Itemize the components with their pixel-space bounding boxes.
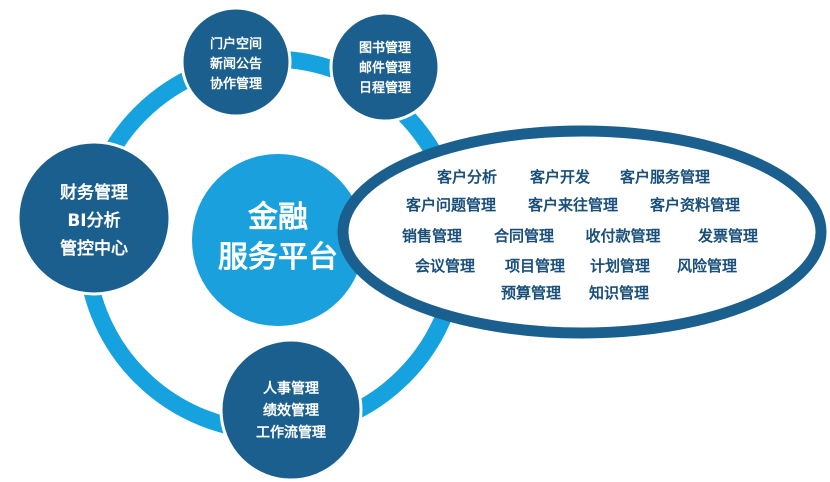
satellite-finance-line-3: 管控中心 [60, 238, 128, 259]
center-title-line-1: 金融 [247, 200, 308, 235]
satellite-portal-line-2: 新闻公告 [210, 56, 262, 72]
satellite-finance-line-1: 财务管理 [59, 182, 128, 203]
satellite-library-line-2: 邮件管理 [359, 60, 411, 76]
module-sales: 销售管理 [402, 227, 462, 245]
module-row-1: 客户分析 客户开发 客户服务管理 [436, 168, 710, 186]
center-title-line-2: 服务平台 [218, 240, 338, 275]
satellite-hr-line-2: 绩效管理 [263, 402, 319, 419]
module-contracts: 合同管理 [493, 227, 554, 245]
platform-diagram: 金融 服务平台 客户分析 客户开发 客户服务管理 客户问题管理 客户来往管理 客… [16, 6, 827, 482]
satellite-finance-line-2: BI分析 [67, 210, 120, 231]
satellite-portal-line-3: 协作管理 [210, 76, 262, 92]
module-customer-issues: 客户问题管理 [405, 196, 496, 214]
module-risks: 风险管理 [677, 257, 737, 275]
module-customer-service: 客户服务管理 [619, 168, 710, 186]
module-payments: 收付款管理 [585, 227, 660, 245]
module-knowledge: 知识管理 [589, 284, 649, 302]
satellite-portal: 门户空间 新闻公告 协作管理 [180, 6, 292, 118]
satellite-library: 图书管理 邮件管理 日程管理 [329, 11, 441, 123]
module-customer-analysis: 客户分析 [436, 168, 497, 186]
satellite-hr: 人事管理 绩效管理 工作流管理 [219, 338, 363, 482]
satellite-portal-line-1: 门户空间 [210, 36, 262, 52]
module-invoices: 发票管理 [697, 227, 758, 245]
satellite-hr-line-1: 人事管理 [263, 380, 319, 397]
module-row-2: 客户问题管理 客户来往管理 客户资料管理 [405, 196, 740, 214]
satellite-hr-line-3: 工作流管理 [256, 424, 326, 441]
module-budget: 预算管理 [501, 284, 561, 302]
satellite-library-line-1: 图书管理 [359, 40, 411, 56]
module-customer-records: 客户资料管理 [649, 196, 740, 214]
module-customer-development: 客户开发 [529, 168, 591, 186]
module-projects: 项目管理 [505, 257, 565, 275]
module-meetings: 会议管理 [415, 257, 475, 275]
module-customer-contacts: 客户来往管理 [527, 196, 618, 214]
module-plans: 计划管理 [590, 257, 650, 275]
satellite-library-line-3: 日程管理 [359, 80, 411, 96]
satellite-finance: 财务管理 BI分析 管控中心 [16, 140, 172, 296]
